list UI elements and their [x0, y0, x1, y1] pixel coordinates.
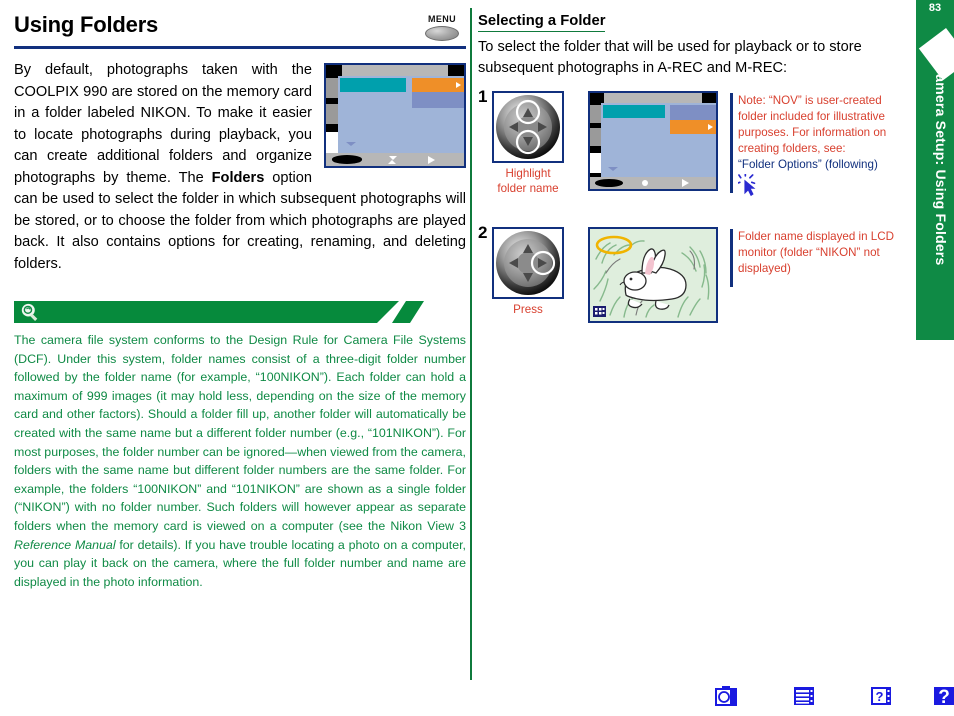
lcd-folder-menu-screen — [324, 63, 466, 168]
step-2-number: 2 — [478, 223, 488, 242]
step-2-caption: Press — [513, 303, 543, 316]
tip-text-a: The camera file system conforms to the D… — [14, 333, 466, 533]
lcd-screen-folders-float — [324, 63, 466, 168]
tip-box: The camera file system conforms to the D… — [14, 301, 466, 591]
step-1-screen-wrap — [588, 91, 718, 191]
svg-text:?: ? — [938, 687, 950, 708]
multi-selector-up-down-icon — [492, 91, 564, 163]
tip-banner — [14, 301, 466, 323]
menu-button-badge: MENU — [418, 14, 466, 41]
title-divider — [14, 46, 466, 49]
left-column: Using Folders MENU By default, photograp… — [14, 10, 466, 591]
footer-icon-bar: ? ? — [714, 684, 954, 710]
side-tab: 83 Camera Setup: Using Folders — [916, 0, 954, 340]
note-2-line-2: monitor (folder “NIKON” not — [738, 246, 880, 259]
note-2-line-1: Folder name displayed in LCD — [738, 230, 894, 243]
lightbulb-tip-icon — [20, 303, 42, 321]
page-number: 83 — [928, 2, 942, 14]
step-2-dial-wrap: Press — [492, 227, 564, 317]
lcd-rabbit-photo — [588, 227, 718, 323]
column-divider — [470, 8, 472, 680]
tip-text-italic: Reference Manual — [14, 537, 116, 552]
note-1-line-3: purposes. For information on — [738, 126, 887, 139]
side-tab-label: Camera Setup: Using Folders — [933, 64, 949, 266]
section-heading: Selecting a Folder — [478, 13, 606, 32]
section-intro: To select the folder that will be used f… — [478, 39, 862, 76]
step-1-dial-wrap: Highlight folder name — [492, 91, 564, 196]
note-2-line-3: displayed) — [738, 262, 791, 275]
menu-list-icon[interactable] — [792, 684, 816, 708]
menu-button-icon — [425, 26, 459, 41]
camera-icon[interactable] — [714, 684, 738, 708]
title-row: Using Folders MENU — [14, 10, 466, 44]
click-cursor-icon — [736, 172, 760, 198]
note-1-line-4: creating folders, see: — [738, 142, 846, 155]
note-2: Folder name displayed in LCD monitor (fo… — [730, 229, 920, 287]
right-column: Selecting a Folder To select the folder … — [478, 12, 918, 351]
note-1-line-1: Note: “NOV” is user-created — [738, 94, 882, 107]
step-1-number: 1 — [478, 87, 488, 106]
folder-options-link[interactable]: “Folder Options” (following) — [738, 157, 920, 173]
intro-paragraph: By default, photographs taken with the C… — [14, 60, 466, 275]
note-1: Note: “NOV” is user-created folder inclu… — [730, 93, 920, 198]
svg-text:?: ? — [876, 689, 884, 704]
step-2-photo-wrap — [588, 227, 718, 323]
intro-text-bold: Folders — [211, 169, 265, 186]
question-mark-icon[interactable]: ? — [932, 684, 954, 708]
steps-list: 1 Highlight folder name Note: “NOV” is u… — [478, 87, 920, 345]
multi-selector-right-icon — [492, 227, 564, 299]
note-1-line-2: folder included for illustrative — [738, 110, 885, 123]
lcd-folder-menu-screen-step1 — [588, 91, 718, 191]
menu-label: MENU — [427, 14, 457, 24]
step-1-caption: Highlight folder name — [497, 167, 559, 195]
help-index-icon[interactable]: ? — [869, 684, 893, 708]
intro-text-1: By default, photographs taken with the C… — [14, 62, 312, 186]
step-1: 1 Highlight folder name Note: “NOV” is u… — [478, 87, 920, 219]
manual-page: Using Folders MENU By default, photograp… — [0, 0, 954, 716]
step-2: 2 Press Folder name displayed in LCD mon… — [478, 223, 920, 345]
page-title: Using Folders — [14, 12, 159, 37]
tip-text: The camera file system conforms to the D… — [14, 331, 466, 591]
